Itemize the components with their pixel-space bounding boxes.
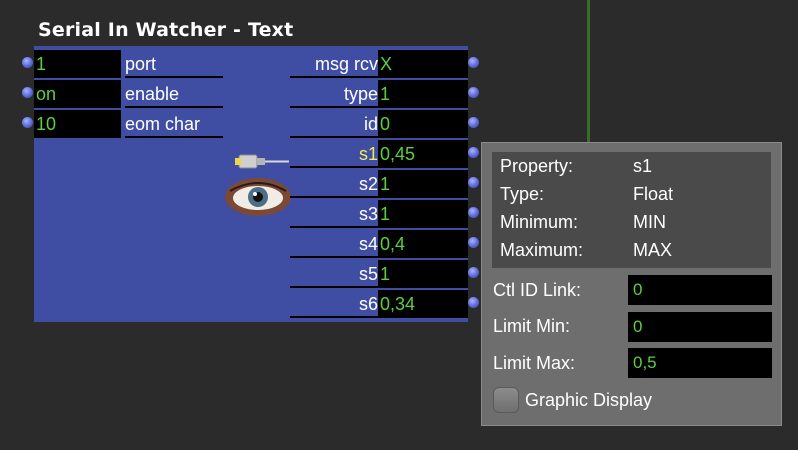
eye-icon — [224, 177, 292, 217]
info-value-property: s1 — [633, 156, 653, 176]
output-value-s3: 1 — [378, 200, 468, 228]
output-label-s6: s6 — [290, 292, 378, 318]
output-value-type: 1 — [378, 80, 468, 108]
output-label-s4: s4 — [290, 232, 378, 258]
info-value-maximum: MAX — [633, 240, 673, 260]
output-value-s1: 0,45 — [378, 140, 468, 168]
input-eom-connector[interactable] — [22, 117, 33, 128]
property-inspector-panel: Property: s1 Type: Float Minimum: MIN Ma… — [481, 142, 782, 426]
input-label-enable: enable — [125, 82, 223, 108]
serial-plug-icon — [235, 150, 291, 172]
input-port-connector[interactable] — [22, 57, 33, 68]
info-value-type: Float — [633, 184, 674, 204]
output-value-s6: 0,34 — [378, 290, 468, 318]
output-s3-connector[interactable] — [468, 207, 479, 218]
limit-max-label: Limit Max: — [493, 353, 576, 373]
graphic-display-checkbox[interactable] — [493, 387, 519, 413]
output-type-connector[interactable] — [468, 87, 479, 98]
graphic-display-label: Graphic Display — [525, 390, 653, 410]
info-key-maximum: Maximum: — [500, 240, 584, 260]
output-value-s5: 1 — [378, 260, 468, 288]
output-s4-connector[interactable] — [468, 237, 479, 248]
input-value-eom-char[interactable]: 10 — [34, 110, 121, 138]
info-key-property: Property: — [500, 156, 574, 176]
output-label-type: type — [290, 82, 378, 108]
output-s2-connector[interactable] — [468, 177, 479, 188]
output-value-s4: 0,4 — [378, 230, 468, 258]
actor-title: Serial In Watcher - Text — [38, 19, 294, 41]
ctl-id-link-label: Ctl ID Link: — [493, 280, 582, 300]
output-s5-connector[interactable] — [468, 267, 479, 278]
input-enable-connector[interactable] — [22, 87, 33, 98]
input-label-port: port — [125, 52, 223, 78]
connection-wire — [587, 0, 590, 145]
actor-body[interactable]: 1 port on enable 10 eom char msg rcv X t… — [22, 46, 479, 322]
output-label-s3: s3 — [290, 202, 378, 228]
output-label-s2: s2 — [290, 172, 378, 198]
output-value-s2: 1 — [378, 170, 468, 198]
input-value-enable[interactable]: on — [34, 80, 121, 108]
output-s6-connector[interactable] — [468, 297, 479, 308]
output-label-msg-rcv: msg rcv — [290, 52, 378, 78]
input-value-port[interactable]: 1 — [34, 50, 121, 78]
output-s1-connector[interactable] — [468, 147, 479, 158]
output-value-id: 0 — [378, 110, 468, 138]
output-value-msg-rcv: X — [378, 50, 468, 78]
limit-min-field[interactable]: 0 — [628, 312, 772, 342]
output-label-id: id — [290, 112, 378, 138]
limit-max-field[interactable]: 0,5 — [628, 348, 772, 378]
input-label-eom-char: eom char — [125, 112, 223, 138]
property-info-box: Property: s1 Type: Float Minimum: MIN Ma… — [492, 152, 771, 268]
info-key-type: Type: — [500, 184, 545, 204]
ctl-id-link-field[interactable]: 0 — [628, 275, 772, 305]
output-label-s1: s1 — [290, 142, 378, 168]
output-id-connector[interactable] — [468, 117, 479, 128]
info-key-minimum: Minimum: — [500, 212, 579, 232]
info-value-minimum: MIN — [633, 212, 666, 232]
limit-min-label: Limit Min: — [493, 316, 571, 336]
output-label-s5: s5 — [290, 262, 378, 288]
output-msg-rcv-connector[interactable] — [468, 57, 479, 68]
